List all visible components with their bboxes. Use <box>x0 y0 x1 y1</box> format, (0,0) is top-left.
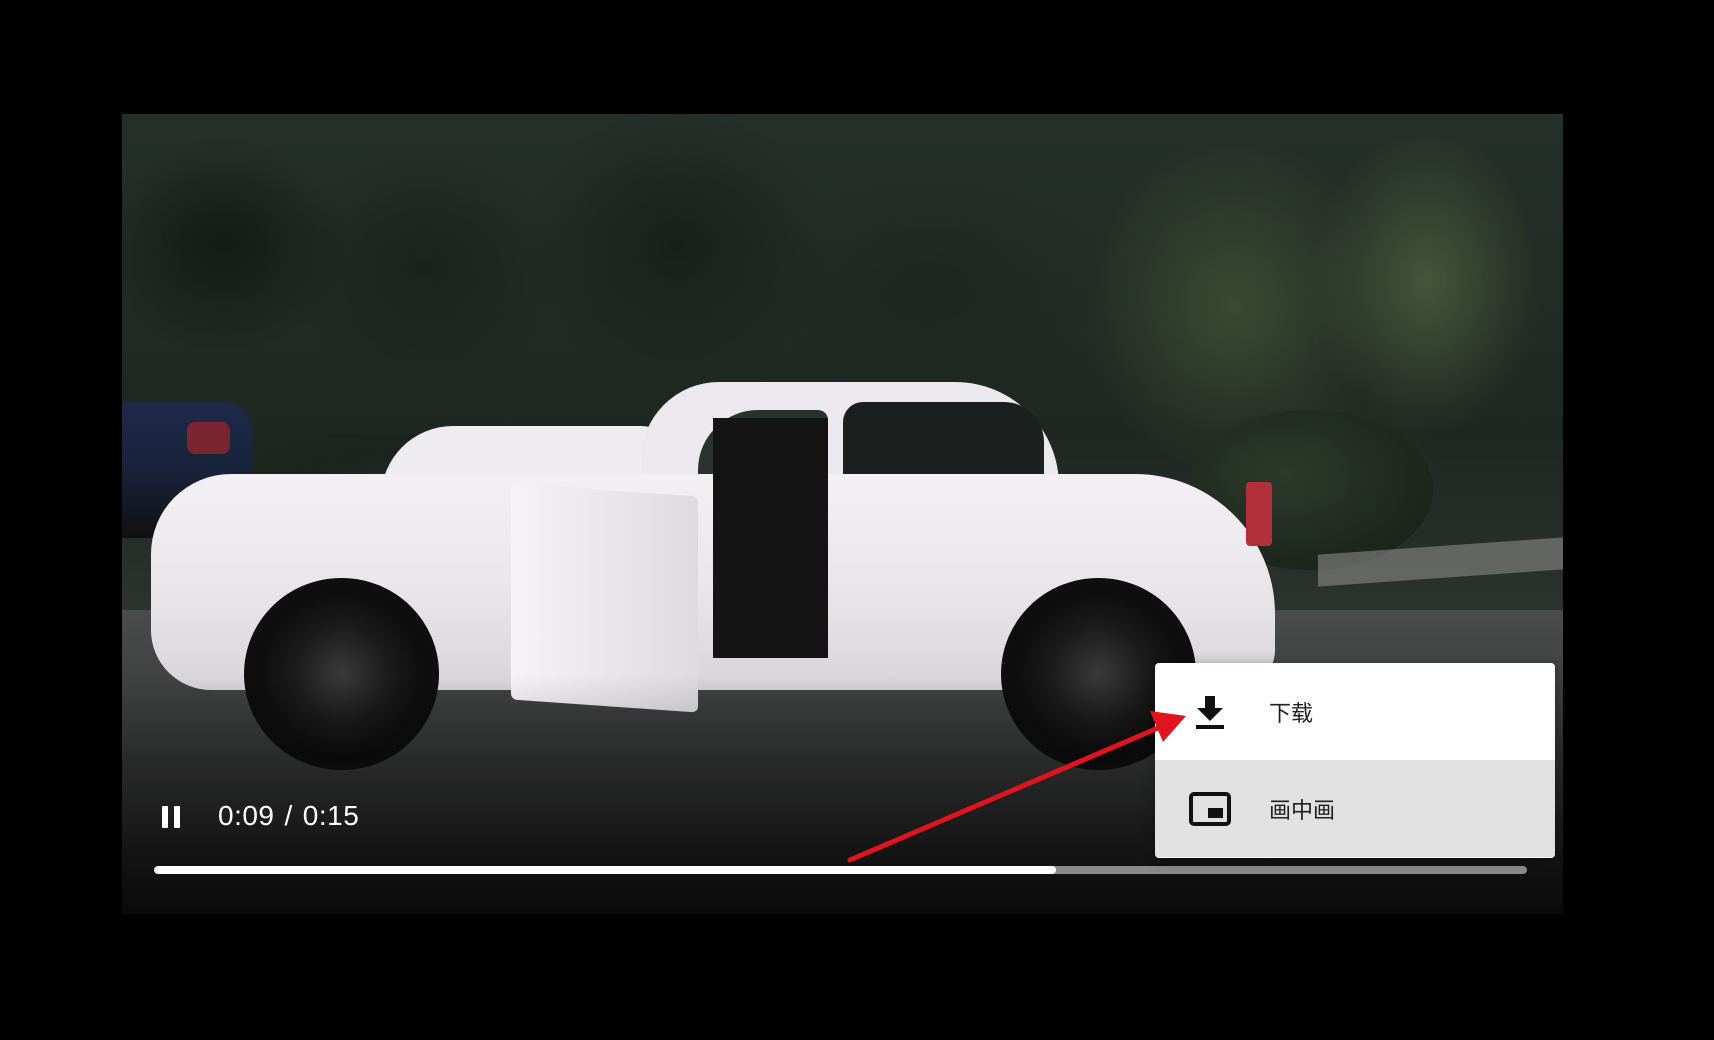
download-menu-item[interactable]: 下载 <box>1155 663 1555 760</box>
overflow-menu: 下载 画中画 <box>1155 663 1555 858</box>
time-separator: / <box>284 800 293 831</box>
current-time: 0:09 <box>218 800 275 831</box>
pause-button[interactable] <box>158 804 184 830</box>
download-label: 下载 <box>1269 701 1314 727</box>
progress-played <box>154 866 1057 874</box>
pause-icon <box>159 806 183 828</box>
page: 0:09 / 0:15 下载 画中画 <box>0 0 1714 1040</box>
picture-in-picture-menu-item[interactable]: 画中画 <box>1155 760 1555 857</box>
download-icon <box>1188 690 1232 734</box>
progress-bar[interactable] <box>154 866 1527 874</box>
duration: 0:15 <box>302 800 360 831</box>
picture-in-picture-icon <box>1188 787 1232 831</box>
picture-in-picture-label: 画中画 <box>1269 798 1336 824</box>
time-display: 0:09 / 0:15 <box>218 800 359 832</box>
